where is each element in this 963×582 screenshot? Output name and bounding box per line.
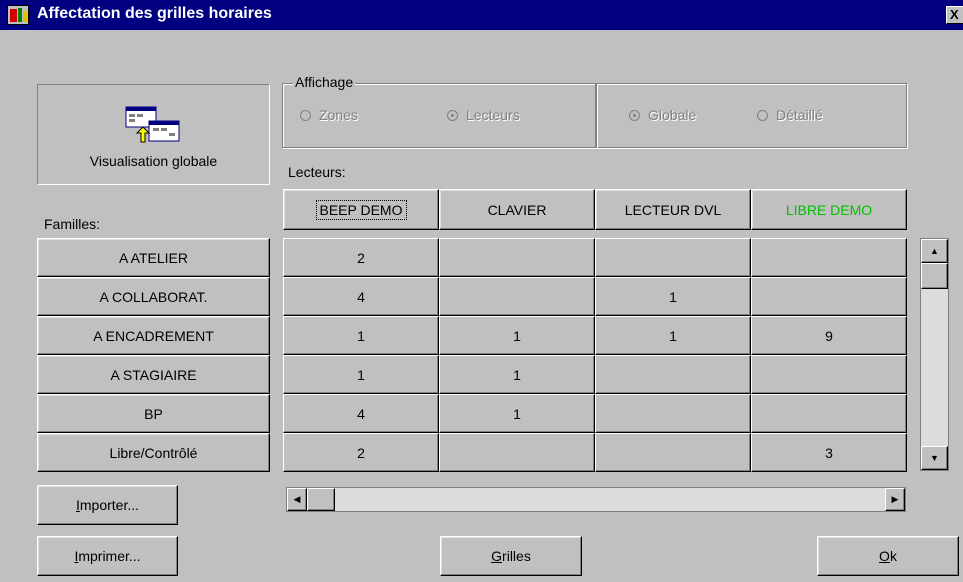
radio-detaille[interactable]: Détaillé	[757, 107, 823, 123]
grid-cell[interactable]	[751, 238, 907, 277]
grid-cell[interactable]: 4	[283, 394, 439, 433]
affichage-divider	[595, 83, 597, 148]
arrow-right-icon: ▶	[891, 494, 899, 504]
grid-cell[interactable]: 1	[283, 316, 439, 355]
arrow-left-icon: ◀	[293, 494, 301, 504]
grid-cell[interactable]	[439, 433, 595, 472]
reader-label: LIBRE DEMO	[785, 201, 873, 218]
arrow-up-icon: ▲	[930, 246, 939, 256]
windows-icon	[125, 106, 179, 142]
ok-button[interactable]: Ok	[817, 536, 959, 576]
reader-header-0[interactable]: BEEP DEMO	[283, 189, 439, 230]
grid-cell[interactable]: 2	[283, 238, 439, 277]
window-title: Affectation des grilles horaires	[37, 5, 272, 22]
close-button[interactable]: X	[946, 6, 963, 24]
family-button[interactable]: Libre/Contrôlé	[37, 433, 270, 472]
reader-label: CLAVIER	[487, 201, 547, 218]
grid-cell[interactable]: 3	[751, 433, 907, 472]
app-icon	[7, 5, 29, 25]
grid-cell[interactable]	[751, 394, 907, 433]
family-button[interactable]: A ENCADREMENT	[37, 316, 270, 355]
scroll-up-button[interactable]: ▲	[921, 239, 948, 263]
grid-cell[interactable]: 4	[283, 277, 439, 316]
grid-cell[interactable]	[595, 355, 751, 394]
grid-cell[interactable]: 1	[595, 277, 751, 316]
family-button[interactable]: BP	[37, 394, 270, 433]
reader-label: LECTEUR DVL	[624, 201, 722, 218]
grid-cell[interactable]: 1	[283, 355, 439, 394]
radio-globale[interactable]: Globale	[629, 107, 696, 123]
family-button[interactable]: A COLLABORAT.	[37, 277, 270, 316]
title-bar: Affectation des grilles horaires X	[0, 0, 963, 30]
scroll-h-thumb[interactable]	[307, 488, 335, 511]
reader-header-3[interactable]: LIBRE DEMO	[751, 189, 907, 230]
radio-lecteurs[interactable]: Lecteurs	[447, 107, 520, 123]
grid-cell[interactable]: 1	[439, 394, 595, 433]
radio-circle-icon	[300, 110, 311, 121]
radio-zones[interactable]: Zones	[300, 107, 358, 123]
reader-label: BEEP DEMO	[315, 199, 407, 220]
reader-header-2[interactable]: LECTEUR DVL	[595, 189, 751, 230]
radio-selected-icon	[447, 110, 458, 121]
grid-cell[interactable]	[751, 355, 907, 394]
lecteurs-label: Lecteurs:	[288, 164, 346, 180]
scroll-thumb[interactable]	[921, 263, 948, 289]
reader-header-1[interactable]: CLAVIER	[439, 189, 595, 230]
radio-selected-icon	[629, 110, 640, 121]
radio-circle-icon	[757, 110, 768, 121]
grid-cell[interactable]: 1	[439, 316, 595, 355]
grid-cell[interactable]	[439, 277, 595, 316]
grid-cell[interactable]	[595, 433, 751, 472]
visualisation-globale-label: Visualisation globale	[89, 152, 218, 169]
scroll-right-button[interactable]: ▶	[885, 488, 905, 511]
grid-cell[interactable]: 1	[595, 316, 751, 355]
grid-cell[interactable]: 9	[751, 316, 907, 355]
family-button[interactable]: A ATELIER	[37, 238, 270, 277]
importer-button[interactable]: Importer...	[37, 485, 178, 525]
scroll-left-button[interactable]: ◀	[287, 488, 307, 511]
scroll-down-button[interactable]: ▼	[921, 446, 948, 470]
grilles-button[interactable]: Grilles	[440, 536, 582, 576]
grid-cell[interactable]: 1	[439, 355, 595, 394]
affichage-legend: Affichage	[293, 74, 356, 90]
grid-cell[interactable]	[595, 238, 751, 277]
visualisation-globale-button[interactable]: Visualisation globale	[37, 84, 270, 185]
family-button[interactable]: A STAGIAIRE	[37, 355, 270, 394]
imprimer-button[interactable]: Imprimer...	[37, 536, 178, 576]
grid-cell[interactable]	[751, 277, 907, 316]
horizontal-scrollbar[interactable]	[286, 487, 906, 512]
grid-cell[interactable]: 2	[283, 433, 439, 472]
arrow-down-icon: ▼	[930, 453, 939, 463]
grid-cell[interactable]	[439, 238, 595, 277]
grid-cell[interactable]	[595, 394, 751, 433]
familles-label: Familles:	[44, 216, 101, 232]
